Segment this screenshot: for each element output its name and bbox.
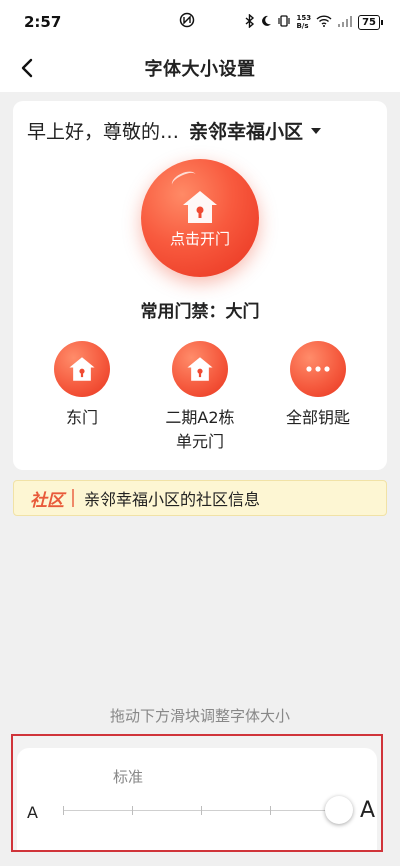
community-notice-bar[interactable]: 社区 亲邻幸福小区的社区信息 — [13, 480, 387, 516]
house-lock-icon — [187, 357, 213, 381]
bluetooth-icon — [245, 12, 255, 31]
community-selector[interactable]: 亲邻幸福小区 — [189, 117, 303, 144]
community-notice-text: 亲邻幸福小区的社区信息 — [84, 490, 261, 509]
nav-bar: 字体大小设置 — [0, 44, 400, 92]
more-dots-icon — [306, 366, 330, 372]
nfc-icon — [179, 12, 195, 32]
key-label-east-gate: 东门 — [65, 408, 98, 427]
key-east-gate-button[interactable] — [54, 341, 110, 397]
slider-tick — [270, 806, 271, 815]
door-access-card: 早上好，尊敬的… 亲邻幸福小区 点击开门 常用门禁：大门 东门 二期A2栋 单元… — [13, 101, 387, 470]
open-door-label: 点击开门 — [169, 229, 230, 248]
current-size-label: 标准 — [113, 768, 144, 786]
house-lock-icon — [69, 357, 95, 381]
greeting-row: 早上好，尊敬的… 亲邻幸福小区 — [27, 117, 375, 144]
net-speed-unit: B/s — [296, 22, 309, 30]
vibrate-icon — [277, 14, 291, 31]
net-speed-value: 153 — [296, 14, 312, 22]
greeting-text: 早上好，尊敬的… — [27, 121, 180, 143]
all-keys-button[interactable] — [290, 341, 346, 397]
notice-divider — [72, 489, 74, 507]
key-label-a2-unit: 二期A2栋 单元门 — [165, 408, 235, 451]
font-size-slider-thumb[interactable] — [325, 796, 353, 824]
house-lock-icon — [183, 190, 217, 223]
wifi-icon — [316, 14, 332, 30]
key-label-all-keys: 全部钥匙 — [285, 408, 350, 427]
slider-tick — [63, 806, 64, 815]
common-gate-label: 常用门禁：大门 — [140, 302, 260, 322]
font-size-slider-panel: 标准 A A — [11, 734, 383, 852]
signal-icon — [337, 15, 353, 30]
page-title: 字体大小设置 — [144, 59, 256, 80]
community-tag: 社区 — [30, 490, 64, 511]
key-a2-unit-button[interactable] — [172, 341, 228, 397]
status-bar: 2:57 153 B/s 75 — [0, 0, 400, 44]
small-font-indicator: A — [27, 803, 38, 822]
caret-down-icon[interactable] — [311, 127, 322, 134]
chevron-left-icon — [21, 58, 33, 78]
slider-container: 标准 A A — [17, 748, 377, 850]
font-size-slider-track[interactable] — [63, 796, 353, 824]
status-time: 2:57 — [24, 13, 62, 31]
back-button[interactable] — [14, 54, 42, 82]
network-speed: 153 B/s — [296, 14, 311, 30]
slider-tick — [201, 806, 202, 815]
slider-hint: 拖动下方滑块调整字体大小 — [109, 707, 290, 725]
open-door-button[interactable]: 点击开门 — [141, 159, 259, 277]
large-font-indicator: A — [359, 798, 375, 823]
moon-icon — [260, 15, 272, 30]
battery-indicator: 75 — [358, 14, 383, 30]
slider-tick — [132, 806, 133, 815]
